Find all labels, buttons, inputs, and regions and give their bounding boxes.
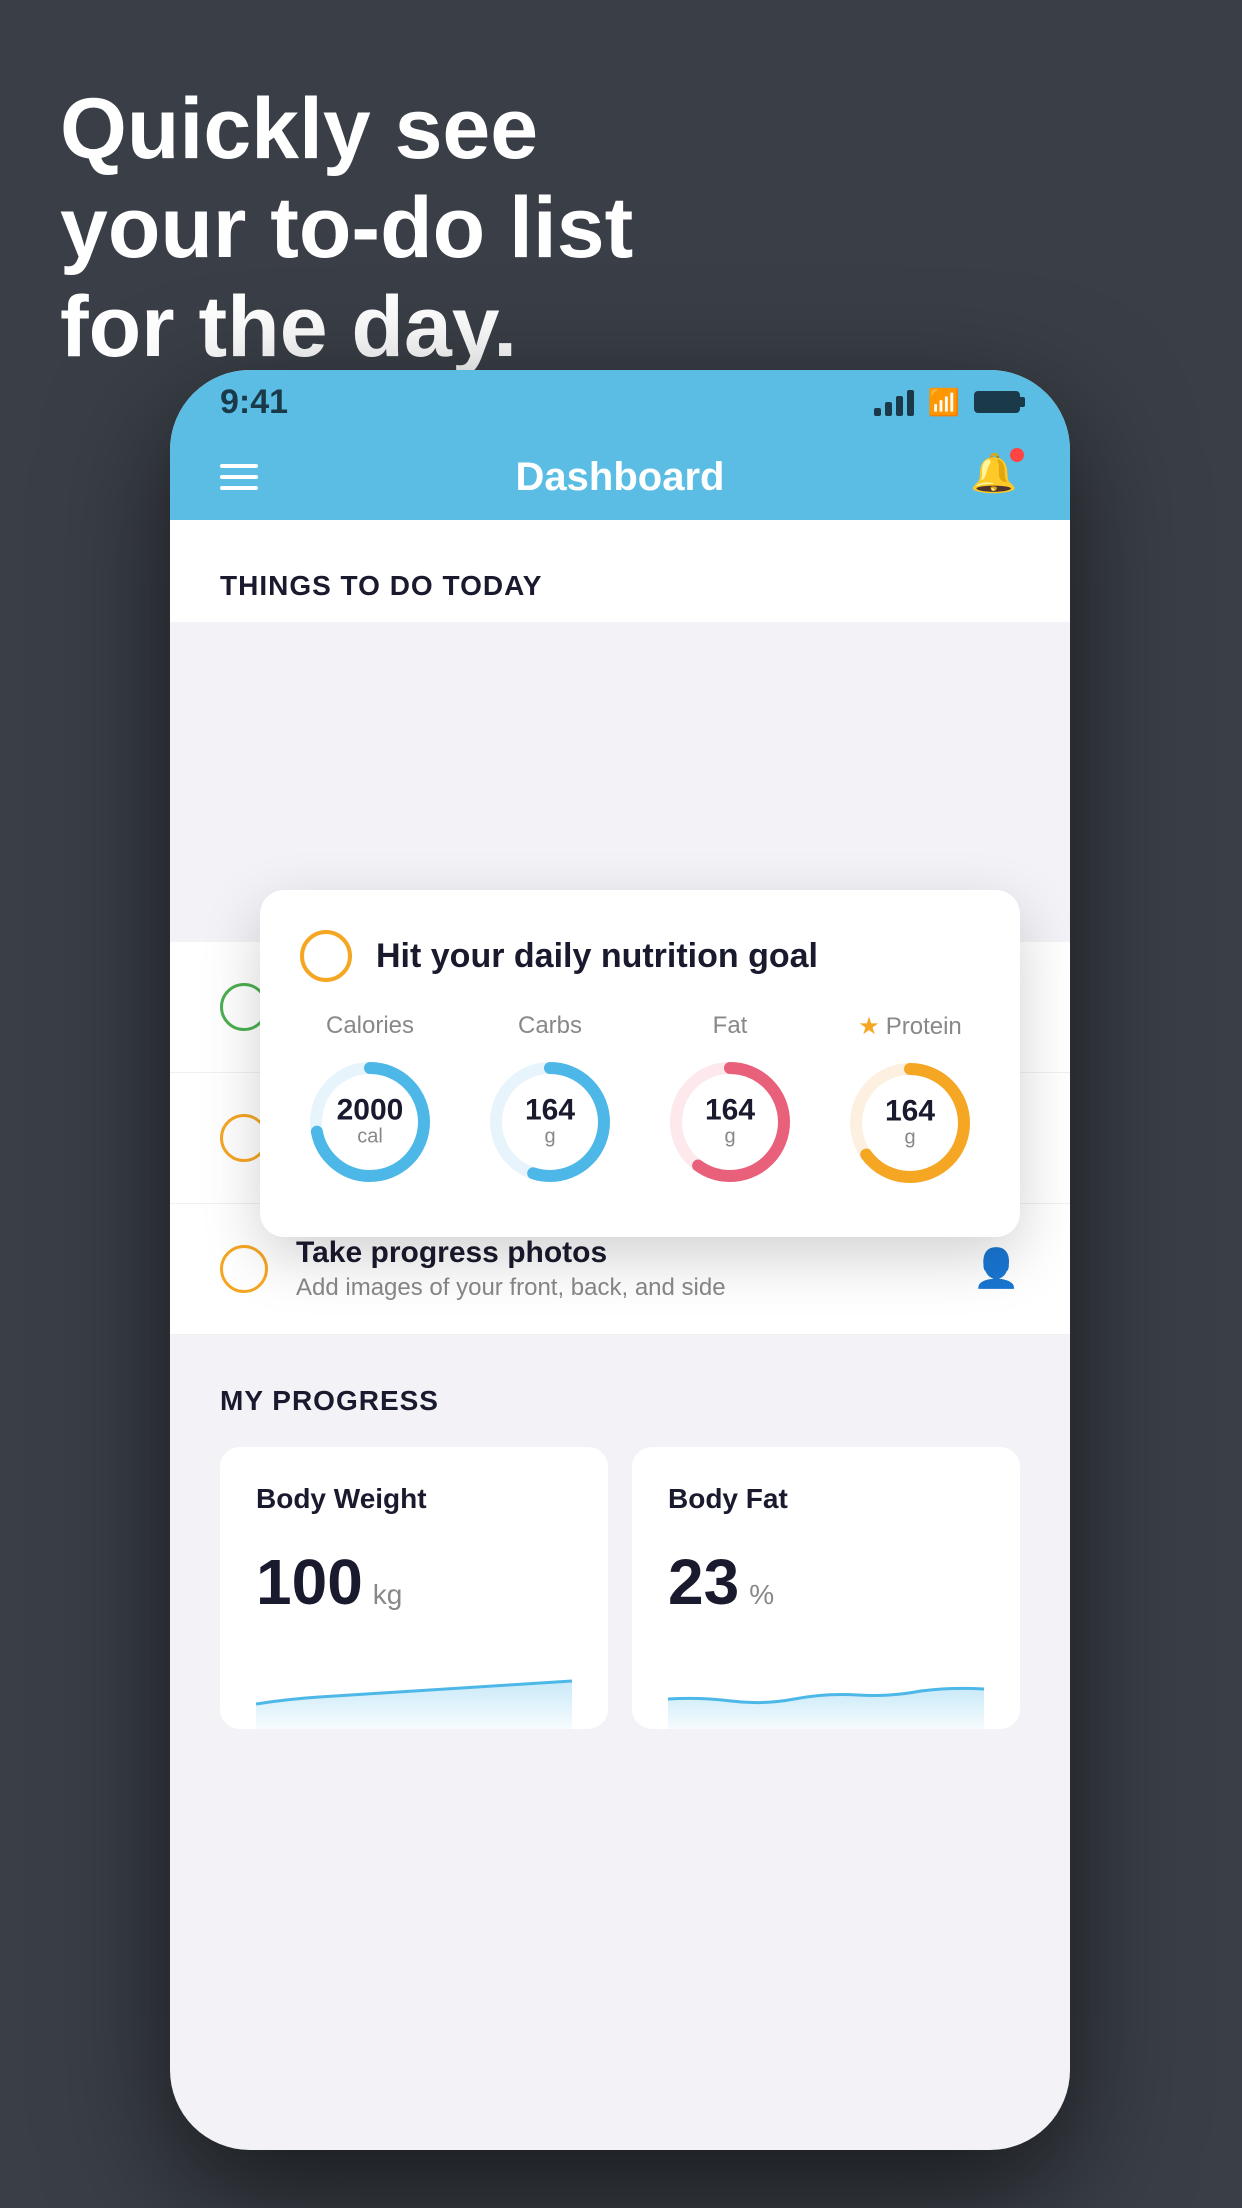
progress-photos-info: Take progress photos Add images of your … <box>296 1236 945 1302</box>
nutrition-fat: Fat 164 g <box>660 1012 800 1192</box>
nutrition-card: Hit your daily nutrition goal Calories 2… <box>260 890 1020 1237</box>
progress-photos-name: Take progress photos <box>296 1236 945 1270</box>
progress-photos-desc: Add images of your front, back, and side <box>296 1274 945 1302</box>
calories-donut: 2000 cal <box>300 1052 440 1192</box>
body-fat-value: 23 <box>668 1545 739 1619</box>
status-bar: 9:41 📶 <box>170 370 1070 434</box>
things-to-do-section: THINGS TO DO TODAY <box>170 520 1070 622</box>
notifications-button[interactable]: 🔔 <box>970 452 1020 502</box>
hamburger-line-1 <box>220 464 258 468</box>
body-weight-value-row: 100 kg <box>256 1545 572 1619</box>
carbs-label: Carbs <box>518 1012 582 1040</box>
carbs-value: 164 <box>525 1096 575 1126</box>
nutrition-card-title: Hit your daily nutrition goal <box>376 937 818 976</box>
nutrition-card-header: Hit your daily nutrition goal <box>300 930 980 982</box>
fat-donut-text: 164 g <box>705 1096 755 1149</box>
signal-bars-icon <box>874 388 914 416</box>
protein-donut-text: 164 g <box>885 1097 935 1150</box>
protein-star-icon: ★ <box>858 1012 880 1041</box>
status-icons: 📶 <box>874 387 1020 418</box>
body-weight-unit: kg <box>373 1579 403 1611</box>
calories-label: Calories <box>326 1012 414 1040</box>
headline-line1: Quickly see <box>60 81 538 177</box>
signal-bar-2 <box>885 402 892 416</box>
nav-bar: Dashboard 🔔 <box>170 434 1070 520</box>
signal-bar-4 <box>907 390 914 416</box>
nutrition-check-circle[interactable] <box>300 930 352 982</box>
menu-button[interactable] <box>220 464 258 490</box>
body-weight-value: 100 <box>256 1545 363 1619</box>
calories-value: 2000 <box>337 1096 404 1126</box>
body-fat-title: Body Fat <box>668 1483 984 1515</box>
body-fat-value-row: 23 % <box>668 1545 984 1619</box>
body-fat-unit: % <box>749 1579 774 1611</box>
headline-line2: your to-do list <box>60 180 633 276</box>
carbs-donut: 164 g <box>480 1052 620 1192</box>
fat-label: Fat <box>713 1012 748 1040</box>
things-section-title: THINGS TO DO TODAY <box>220 570 542 601</box>
fat-unit: g <box>705 1126 755 1149</box>
progress-section: MY PROGRESS Body Weight 100 kg <box>170 1335 1070 1779</box>
nutrition-carbs: Carbs 164 g <box>480 1012 620 1192</box>
hamburger-line-3 <box>220 486 258 490</box>
body-weight-chart <box>256 1649 572 1729</box>
nutrition-grid: Calories 2000 cal Carbs <box>300 1012 980 1193</box>
signal-bar-1 <box>874 408 881 416</box>
protein-label: ★ Protein <box>858 1012 962 1041</box>
phone-mockup: 9:41 📶 Dashboard 🔔 THINGS TO DO TODAY <box>170 370 1070 2150</box>
wifi-icon: 📶 <box>928 387 960 418</box>
signal-bar-3 <box>896 396 903 416</box>
body-fat-card: Body Fat 23 % <box>632 1447 1020 1729</box>
calories-donut-text: 2000 cal <box>337 1096 404 1149</box>
fat-donut: 164 g <box>660 1052 800 1192</box>
calories-unit: cal <box>337 1126 404 1149</box>
hamburger-line-2 <box>220 475 258 479</box>
protein-value: 164 <box>885 1097 935 1127</box>
body-fat-chart <box>668 1649 984 1729</box>
battery-icon <box>974 391 1020 413</box>
carbs-donut-text: 164 g <box>525 1096 575 1149</box>
progress-section-title: MY PROGRESS <box>220 1385 1020 1417</box>
nav-title: Dashboard <box>516 455 725 500</box>
body-weight-title: Body Weight <box>256 1483 572 1515</box>
status-time: 9:41 <box>220 383 288 422</box>
headline: Quickly see your to-do list for the day. <box>60 80 633 377</box>
nutrition-calories: Calories 2000 cal <box>300 1012 440 1192</box>
notification-dot <box>1010 448 1024 462</box>
protein-unit: g <box>885 1127 935 1150</box>
protein-donut: 164 g <box>840 1053 980 1193</box>
nutrition-protein: ★ Protein 164 g <box>840 1012 980 1193</box>
progress-photos-check-circle[interactable] <box>220 1245 268 1293</box>
progress-photos-icon: 👤 <box>973 1247 1020 1291</box>
carbs-unit: g <box>525 1126 575 1149</box>
fat-value: 164 <box>705 1096 755 1126</box>
headline-line3: for the day. <box>60 279 517 375</box>
progress-grid: Body Weight 100 kg <box>220 1447 1020 1729</box>
body-weight-card: Body Weight 100 kg <box>220 1447 608 1729</box>
bell-icon: 🔔 <box>970 453 1017 495</box>
